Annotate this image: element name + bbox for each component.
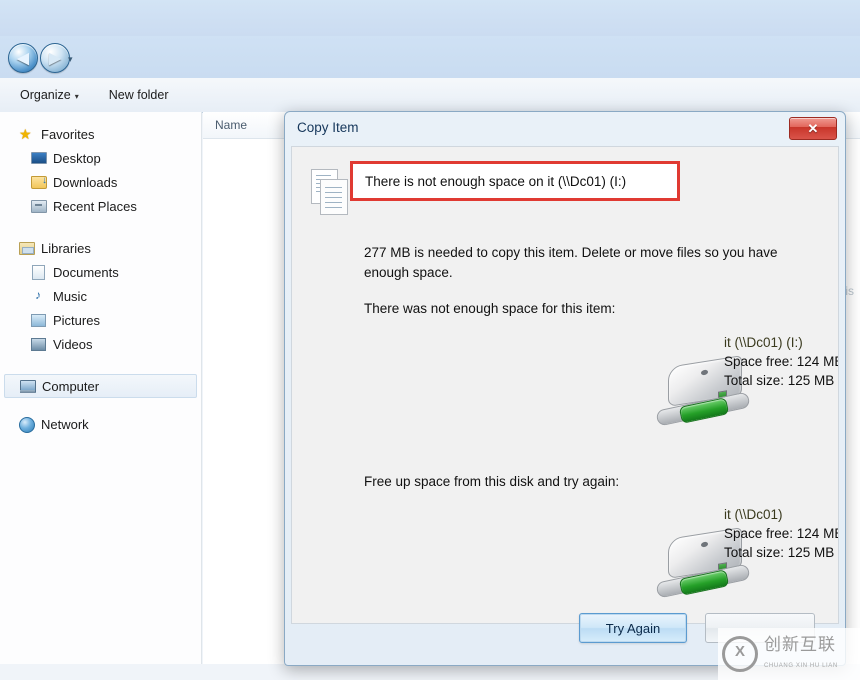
close-icon: ✕ [807, 121, 819, 136]
drive-space-free: Space free: 124 MB [724, 526, 839, 541]
sidebar-item-favorites[interactable]: Favorites [0, 122, 201, 146]
obscured-status-text: is [845, 284, 854, 298]
sidebar-item-videos[interactable]: Videos [0, 332, 201, 356]
network-globe-icon [18, 416, 35, 433]
sidebar-label: Network [41, 416, 89, 432]
libraries-group: Libraries Documents Music Pictures Video… [0, 236, 201, 356]
drive-name: it (\\Dc01) [724, 507, 783, 522]
forward-button[interactable]: ▶ [40, 43, 70, 73]
forward-arrow-icon: ▶ [49, 49, 61, 67]
sidebar-label: Computer [42, 378, 100, 394]
back-button[interactable]: ◀ [8, 43, 38, 73]
sidebar-label: Favorites [41, 126, 95, 142]
space-needed-text: 277 MB is needed to copy this item. Dele… [364, 245, 778, 280]
error-headline: There is not enough space on it (\\Dc01)… [365, 173, 627, 189]
sidebar-item-libraries[interactable]: Libraries [0, 236, 201, 260]
dialog-footer: Try Again [291, 607, 839, 659]
cancel-button[interactable] [705, 613, 815, 643]
sidebar-label: Recent Places [53, 198, 137, 214]
sidebar-label: Videos [53, 336, 93, 352]
recent-pages-chevron-down-icon[interactable]: ▾ [68, 54, 73, 65]
free-up-space-label: Free up space from this disk and try aga… [364, 474, 620, 489]
sidebar-label: Desktop [53, 150, 101, 166]
back-arrow-icon: ◀ [17, 49, 29, 67]
sidebar-item-documents[interactable]: Documents [0, 260, 201, 284]
drive-name: it (\\Dc01) (I:) [724, 335, 803, 350]
sidebar-item-downloads[interactable]: Downloads [0, 170, 201, 194]
video-icon [30, 336, 47, 352]
sidebar-label: Downloads [53, 174, 118, 190]
multiple-documents-icon [308, 169, 352, 215]
document-icon [30, 264, 47, 280]
desktop-icon [30, 150, 47, 166]
copy-item-dialog: Copy Item ✕ There is not enough space on… [284, 111, 846, 666]
dialog-body: There is not enough space on it (\\Dc01)… [291, 146, 839, 624]
sidebar-label: Libraries [41, 240, 91, 256]
sidebar-label: Documents [53, 264, 119, 280]
not-enough-space-label: There was not enough space for this item… [364, 301, 616, 316]
screen: ◀ ▶ ▾ ▸ Computer ▸ it (\\Dc01) (I:) Orga… [0, 0, 860, 680]
organize-label: Organize [20, 88, 71, 102]
sidebar-item-pictures[interactable]: Pictures [0, 308, 201, 332]
picture-icon [30, 312, 47, 328]
navigation-pane: Favorites Desktop Downloads Recent Place… [0, 112, 202, 664]
sidebar-item-recent-places[interactable]: Recent Places [0, 194, 201, 218]
star-icon [18, 126, 35, 142]
navigation-bar: ◀ ▶ ▾ ▸ Computer ▸ it (\\Dc01) (I:) [0, 36, 860, 106]
sidebar-label: Music [53, 288, 87, 304]
sidebar-label: Pictures [53, 312, 100, 328]
sidebar-item-computer[interactable]: Computer [4, 374, 197, 398]
sidebar-item-music[interactable]: Music [0, 284, 201, 308]
command-toolbar: Organize ▾ New folder [0, 78, 860, 113]
music-note-icon [30, 288, 47, 304]
chevron-down-icon: ▾ [74, 92, 79, 101]
downloads-folder-icon [30, 174, 47, 190]
drive-meta: it (\\Dc01) (I:) Space free: 124 MB Tota… [724, 333, 839, 390]
drive-meta: it (\\Dc01) Space free: 124 MB Total siz… [724, 505, 839, 562]
organize-button[interactable]: Organize ▾ [10, 84, 89, 106]
libraries-folder-icon [18, 240, 35, 256]
sidebar-item-network[interactable]: Network [0, 412, 201, 436]
error-highlight-box: There is not enough space on it (\\Dc01)… [350, 161, 680, 201]
new-folder-button[interactable]: New folder [99, 84, 179, 106]
computer-icon [19, 378, 36, 394]
drive-total-size: Total size: 125 MB [724, 373, 835, 388]
sidebar-item-desktop[interactable]: Desktop [0, 146, 201, 170]
drive-total-size: Total size: 125 MB [724, 545, 835, 560]
dialog-titlebar: Copy Item ✕ [285, 112, 845, 146]
dialog-title: Copy Item [297, 120, 359, 135]
try-again-button[interactable]: Try Again [579, 613, 687, 643]
drive-space-free: Space free: 124 MB [724, 354, 839, 369]
favorites-group: Favorites Desktop Downloads Recent Place… [0, 122, 201, 218]
recent-places-icon [30, 198, 47, 214]
close-button[interactable]: ✕ [789, 117, 837, 140]
window-titlebar [0, 0, 860, 37]
